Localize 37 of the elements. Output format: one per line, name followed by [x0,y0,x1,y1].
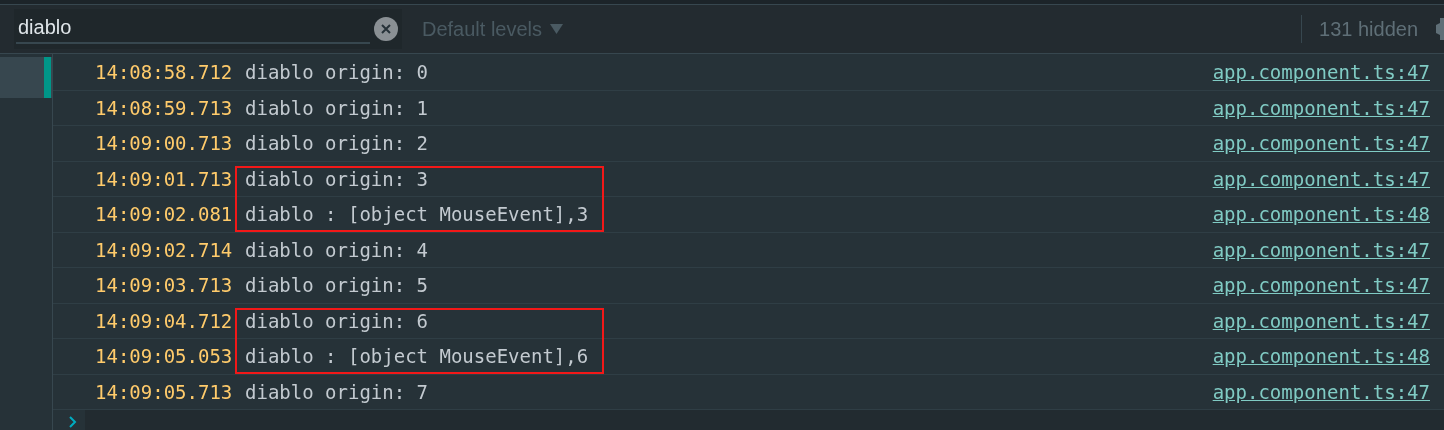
timestamp: 14:08:58.712 [95,61,234,84]
timestamp: 14:09:00.713 [95,132,234,155]
source-link[interactable]: app.component.ts:48 [1212,203,1430,226]
timestamp: 14:09:03.713 [95,274,234,297]
source-link[interactable]: app.component.ts:47 [1212,167,1430,190]
log-message: diablo origin: 0 [245,61,429,84]
source-link[interactable]: app.component.ts:47 [1212,238,1430,261]
sidebar-item[interactable] [0,57,52,98]
timestamp: 14:08:59.713 [95,96,234,119]
source-link[interactable]: app.component.ts:47 [1212,132,1430,155]
source-link[interactable]: app.component.ts:47 [1212,274,1430,297]
log-message: diablo origin: 3 [245,167,429,190]
log-message: diablo : [object MouseEvent],3 [245,203,589,226]
hidden-count: 131 hidden [1319,17,1418,41]
log-message: diablo origin: 2 [245,132,429,155]
source-link[interactable]: app.component.ts:47 [1212,380,1430,403]
log-message: diablo origin: 5 [245,274,429,297]
log-message: diablo origin: 6 [245,309,429,332]
source-link[interactable]: app.component.ts:47 [1212,96,1430,119]
source-link[interactable]: app.component.ts:47 [1212,61,1430,84]
chevron-icon [69,416,77,428]
clear-button[interactable] [374,17,398,41]
source-link[interactable]: app.component.ts:48 [1212,345,1430,368]
source-link[interactable]: app.component.ts:47 [1212,309,1430,332]
timestamp: 14:09:01.713 [95,167,234,190]
timestamp: 14:09:02.081 [95,203,234,226]
caret-icon [550,24,564,34]
log-message: diablo origin: 7 [245,380,429,403]
timestamp: 14:09:05.713 [95,380,234,403]
timestamp: 14:09:04.712 [95,309,234,332]
log-message: diablo origin: 4 [245,238,429,261]
timestamp: 14:09:05.053 [95,345,234,368]
close-icon [380,23,393,35]
log-message: diablo origin: 1 [245,96,429,119]
log-message: diablo : [object MouseEvent],6 [245,345,589,368]
timestamp: 14:09:02.714 [95,238,234,261]
filter-field[interactable]: diablo [14,9,402,49]
